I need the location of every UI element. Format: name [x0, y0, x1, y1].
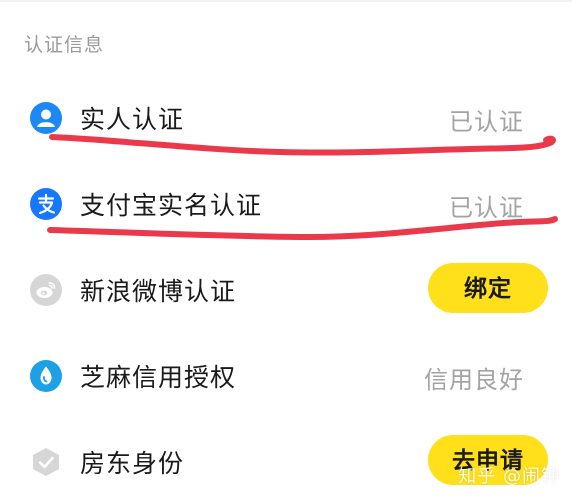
item-label: 实人认证 — [80, 105, 185, 134]
item-label: 支付宝实名认证 — [80, 191, 263, 220]
list-item-landlord-identity[interactable]: 房东身份 去申请 — [0, 418, 572, 504]
status-text: 已认证 — [449, 108, 524, 136]
bind-button[interactable]: 绑定 — [428, 263, 548, 313]
weibo-icon — [30, 274, 62, 306]
item-label: 房东身份 — [80, 449, 185, 478]
top-divider — [0, 0, 572, 2]
section-title: 认证信息 — [24, 34, 105, 56]
list-item-alipay-verification[interactable]: 支付宝实名认证 已认证 — [0, 160, 572, 246]
sesame-credit-icon — [30, 360, 62, 392]
item-label: 新浪微博认证 — [80, 277, 237, 306]
person-icon — [30, 102, 62, 134]
landlord-check-icon — [30, 446, 62, 478]
list-item-real-person-verification[interactable]: 实人认证 已认证 — [0, 74, 572, 160]
status-text: 信用良好 — [424, 366, 524, 394]
list-item-weibo-verification[interactable]: 新浪微博认证 绑定 — [0, 246, 572, 332]
alipay-icon — [30, 188, 62, 220]
status-text: 已认证 — [449, 194, 524, 222]
item-label: 芝麻信用授权 — [80, 363, 237, 392]
watermark: 知乎 @闹钟 — [458, 466, 560, 487]
list-item-sesame-credit[interactable]: 芝麻信用授权 信用良好 — [0, 332, 572, 418]
